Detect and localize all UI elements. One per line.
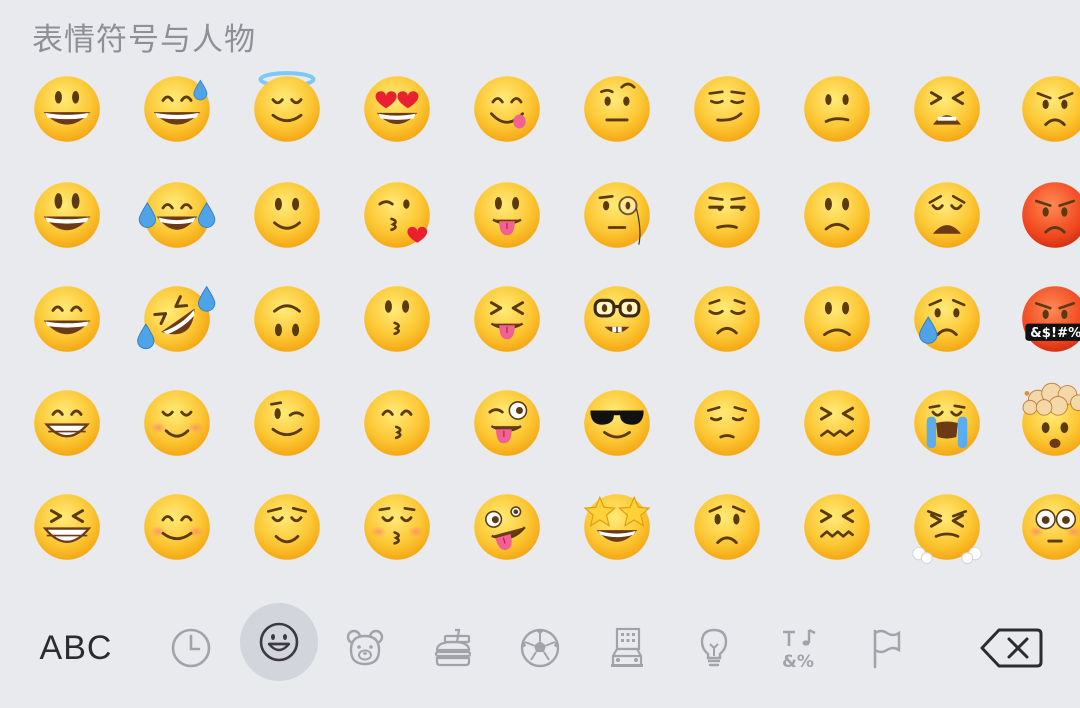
squinting-face-with-tongue-emoji[interactable] <box>468 280 546 358</box>
burger-icon <box>434 628 472 667</box>
face-with-tongue-emoji[interactable] <box>468 176 546 254</box>
objects-category-button[interactable] <box>679 608 749 688</box>
clock-icon <box>171 628 211 668</box>
symbols-category-button[interactable]: &% <box>766 608 836 688</box>
confounded-face-emoji[interactable] <box>798 384 876 462</box>
winking-face-with-tongue-emoji[interactable] <box>468 384 546 462</box>
worried-face-emoji[interactable] <box>688 488 766 566</box>
smiling-face-with-heart-eyes-emoji[interactable] <box>358 70 436 148</box>
tired-face-emoji[interactable] <box>908 70 986 148</box>
keyboard-toolbar: ABC &% <box>0 600 1080 708</box>
abc-keyboard-button[interactable]: ABC <box>30 608 122 688</box>
face-with-tears-of-joy-emoji[interactable] <box>138 176 216 254</box>
smileys-people-category-button[interactable] <box>240 603 318 681</box>
pensive-face-emoji[interactable] <box>688 384 766 462</box>
weary-face-emoji[interactable] <box>908 176 986 254</box>
flags-category-button[interactable] <box>852 608 922 688</box>
smiling-face-with-smiling-eyes-emoji[interactable] <box>138 488 216 566</box>
face-with-symbols-on-mouth-emoji[interactable]: &$!#% <box>1016 280 1080 358</box>
disappointed-face-emoji[interactable] <box>688 280 766 358</box>
animals-nature-category-button[interactable] <box>330 608 400 688</box>
relieved-face-emoji[interactable] <box>248 488 326 566</box>
grinning-face-emoji[interactable] <box>28 70 106 148</box>
face-with-steam-from-nose-emoji[interactable] <box>908 488 986 566</box>
loudly-crying-face-emoji[interactable] <box>908 384 986 462</box>
confused-face-emoji[interactable] <box>798 70 876 148</box>
emoji-grid: &$!#% <box>0 0 1080 600</box>
frowning-face-emoji[interactable] <box>798 280 876 358</box>
face-with-monocle-emoji[interactable] <box>578 176 656 254</box>
face-blowing-a-kiss-emoji[interactable] <box>358 176 436 254</box>
kissing-face-closed-eyes-emoji[interactable] <box>358 488 436 566</box>
pouting-face-emoji[interactable] <box>1016 176 1080 254</box>
kissing-face-emoji[interactable] <box>358 280 436 358</box>
beaming-face-smiling-eyes-emoji[interactable] <box>28 384 106 462</box>
angry-face-emoji[interactable] <box>1016 70 1080 148</box>
grinning-squinting-face-emoji[interactable] <box>28 488 106 566</box>
rolling-on-the-floor-laughing-emoji[interactable] <box>137 280 216 358</box>
slightly-smiling-face-emoji[interactable] <box>248 176 326 254</box>
nerd-face-emoji[interactable] <box>578 280 656 358</box>
flushed-face-emoji[interactable] <box>1016 488 1080 566</box>
face-with-raised-eyebrow-emoji[interactable] <box>578 70 656 148</box>
symbols-icon: &% <box>782 628 816 670</box>
flag-icon <box>873 629 901 669</box>
persevering-face-emoji[interactable] <box>798 488 876 566</box>
travel-places-category-button[interactable] <box>592 608 662 688</box>
backspace-icon <box>980 628 1043 668</box>
face-savoring-food-emoji[interactable] <box>468 70 546 148</box>
smiley-icon <box>259 622 299 662</box>
smiling-face-with-sunglasses-emoji[interactable] <box>578 384 656 462</box>
smiling-face-emoji[interactable] <box>138 384 216 462</box>
smiling-face-with-halo-emoji[interactable] <box>248 70 326 148</box>
star-struck-emoji[interactable] <box>578 488 656 566</box>
activity-category-button[interactable] <box>505 608 575 688</box>
crying-face-emoji[interactable] <box>908 280 986 358</box>
car-building-icon <box>611 627 643 667</box>
food-drink-category-button[interactable] <box>418 608 488 688</box>
kissing-face-smiling-eyes-emoji[interactable] <box>358 384 436 462</box>
winking-face-emoji[interactable] <box>248 384 326 462</box>
lightbulb-icon <box>700 628 728 667</box>
svg-text:&$!#%: &$!#% <box>1030 326 1080 341</box>
unamused-face-emoji[interactable] <box>688 176 766 254</box>
slightly-frowning-face-emoji[interactable] <box>798 176 876 254</box>
smirking-face-emoji[interactable] <box>688 70 766 148</box>
upside-down-face-emoji[interactable] <box>248 280 326 358</box>
svg-text:&%: &% <box>782 652 814 670</box>
soccer-ball-icon <box>520 628 560 668</box>
recent-category-button[interactable] <box>156 608 226 688</box>
grinning-face-smiling-eyes-emoji[interactable] <box>28 280 106 358</box>
zany-face-emoji[interactable] <box>468 488 546 566</box>
exploding-head-emoji[interactable] <box>1016 382 1080 462</box>
grinning-face-with-sweat-emoji[interactable] <box>138 70 216 148</box>
grinning-face-big-eyes-emoji[interactable] <box>28 176 106 254</box>
bear-icon <box>346 629 384 666</box>
delete-button[interactable] <box>976 608 1046 688</box>
